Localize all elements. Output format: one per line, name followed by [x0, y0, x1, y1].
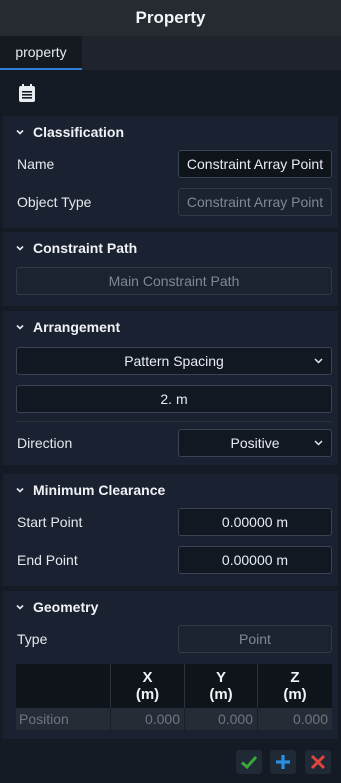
document-icon[interactable] — [17, 83, 37, 103]
grid-row-label-text: Position — [19, 711, 69, 727]
arrangement-mode-value: Pattern Spacing — [124, 353, 224, 369]
direction-label: Direction — [17, 435, 73, 451]
direction-value: Positive — [230, 435, 280, 451]
start-point-label: Start Point — [17, 514, 83, 530]
tab-property[interactable]: property — [0, 36, 82, 70]
object-type-field: Constraint Array Point — [178, 188, 332, 216]
classification-header[interactable]: Classification — [3, 116, 338, 148]
grid-header-y: Y (m) — [185, 664, 258, 708]
type-value: Point — [239, 631, 271, 647]
grid-header-x: X (m) — [111, 664, 185, 708]
geometry-header[interactable]: Geometry — [3, 591, 338, 623]
constraint-path-title: Constraint Path — [33, 240, 138, 256]
chevron-down-icon — [16, 604, 24, 610]
position-grid: X (m) Y (m) Z (m) Position 0.000 0.000 0.00… — [16, 664, 332, 730]
grid-header-x-axis: X — [142, 669, 153, 686]
grid-corner-header — [16, 664, 111, 708]
window-title: Property — [0, 0, 341, 36]
grid-cell-z: 0.000 — [258, 708, 332, 730]
type-label: Type — [17, 631, 48, 647]
grid-row-label: Position — [16, 708, 111, 730]
close-icon — [310, 754, 326, 770]
grid-header-x-unit: (m) — [135, 686, 160, 703]
grid-cell-x-value: 0.000 — [144, 711, 180, 727]
arrangement-divider — [16, 421, 332, 422]
main-constraint-path-button[interactable]: Main Constraint Path — [16, 267, 332, 295]
object-type-value: Constraint Array Point — [186, 194, 324, 210]
chevron-down-icon — [16, 487, 24, 493]
direction-dropdown[interactable]: Positive — [178, 429, 332, 457]
main-constraint-path-label: Main Constraint Path — [108, 273, 240, 289]
minimum-clearance-title: Minimum Clearance — [33, 482, 166, 498]
cancel-button[interactable] — [305, 750, 331, 774]
geometry-title: Geometry — [33, 599, 99, 615]
check-icon — [240, 755, 258, 770]
end-point-field[interactable]: 0.00000 m — [178, 546, 332, 574]
grid-header-y-unit: (m) — [209, 686, 233, 703]
constraint-path-header[interactable]: Constraint Path — [3, 232, 338, 264]
grid-cell-y: 0.000 — [185, 708, 258, 730]
window-title-text: Property — [135, 8, 206, 27]
end-point-label: End Point — [17, 552, 78, 568]
type-field: Point — [178, 625, 332, 653]
chevron-down-icon — [16, 245, 24, 251]
arrangement-header[interactable]: Arrangement — [3, 311, 338, 343]
classification-title: Classification — [33, 124, 125, 140]
chevron-down-icon — [314, 358, 323, 364]
arrangement-mode-dropdown[interactable]: Pattern Spacing — [16, 347, 332, 375]
start-point-value: 0.00000 m — [221, 514, 289, 530]
chevron-down-icon — [16, 324, 24, 330]
grid-header-y-axis: Y — [215, 669, 226, 686]
add-button[interactable] — [270, 750, 296, 774]
tab-property-label: property — [15, 44, 67, 60]
name-field[interactable]: Constraint Array Point — [178, 150, 332, 178]
grid-cell-x: 0.000 — [111, 708, 185, 730]
end-point-value: 0.00000 m — [221, 552, 289, 568]
grid-header-z-unit: (m) — [283, 686, 307, 703]
plus-icon — [276, 755, 290, 769]
start-point-field[interactable]: 0.00000 m — [178, 508, 332, 536]
grid-cell-y-value: 0.000 — [217, 711, 253, 727]
spacing-field[interactable]: 2. m — [16, 385, 332, 413]
grid-header-z: Z (m) — [258, 664, 332, 708]
chevron-down-icon — [314, 440, 323, 446]
arrangement-title: Arrangement — [33, 319, 121, 335]
grid-header-z-axis: Z — [290, 669, 300, 686]
ok-button[interactable] — [236, 750, 262, 774]
name-label: Name — [17, 156, 55, 172]
object-type-label: Object Type — [17, 194, 92, 210]
chevron-down-icon — [16, 129, 24, 135]
spacing-value: 2. m — [160, 391, 188, 407]
minimum-clearance-header[interactable]: Minimum Clearance — [3, 474, 338, 506]
tab-bar: property — [0, 36, 341, 70]
name-value: Constraint Array Point — [186, 156, 324, 172]
grid-cell-z-value: 0.000 — [292, 711, 328, 727]
